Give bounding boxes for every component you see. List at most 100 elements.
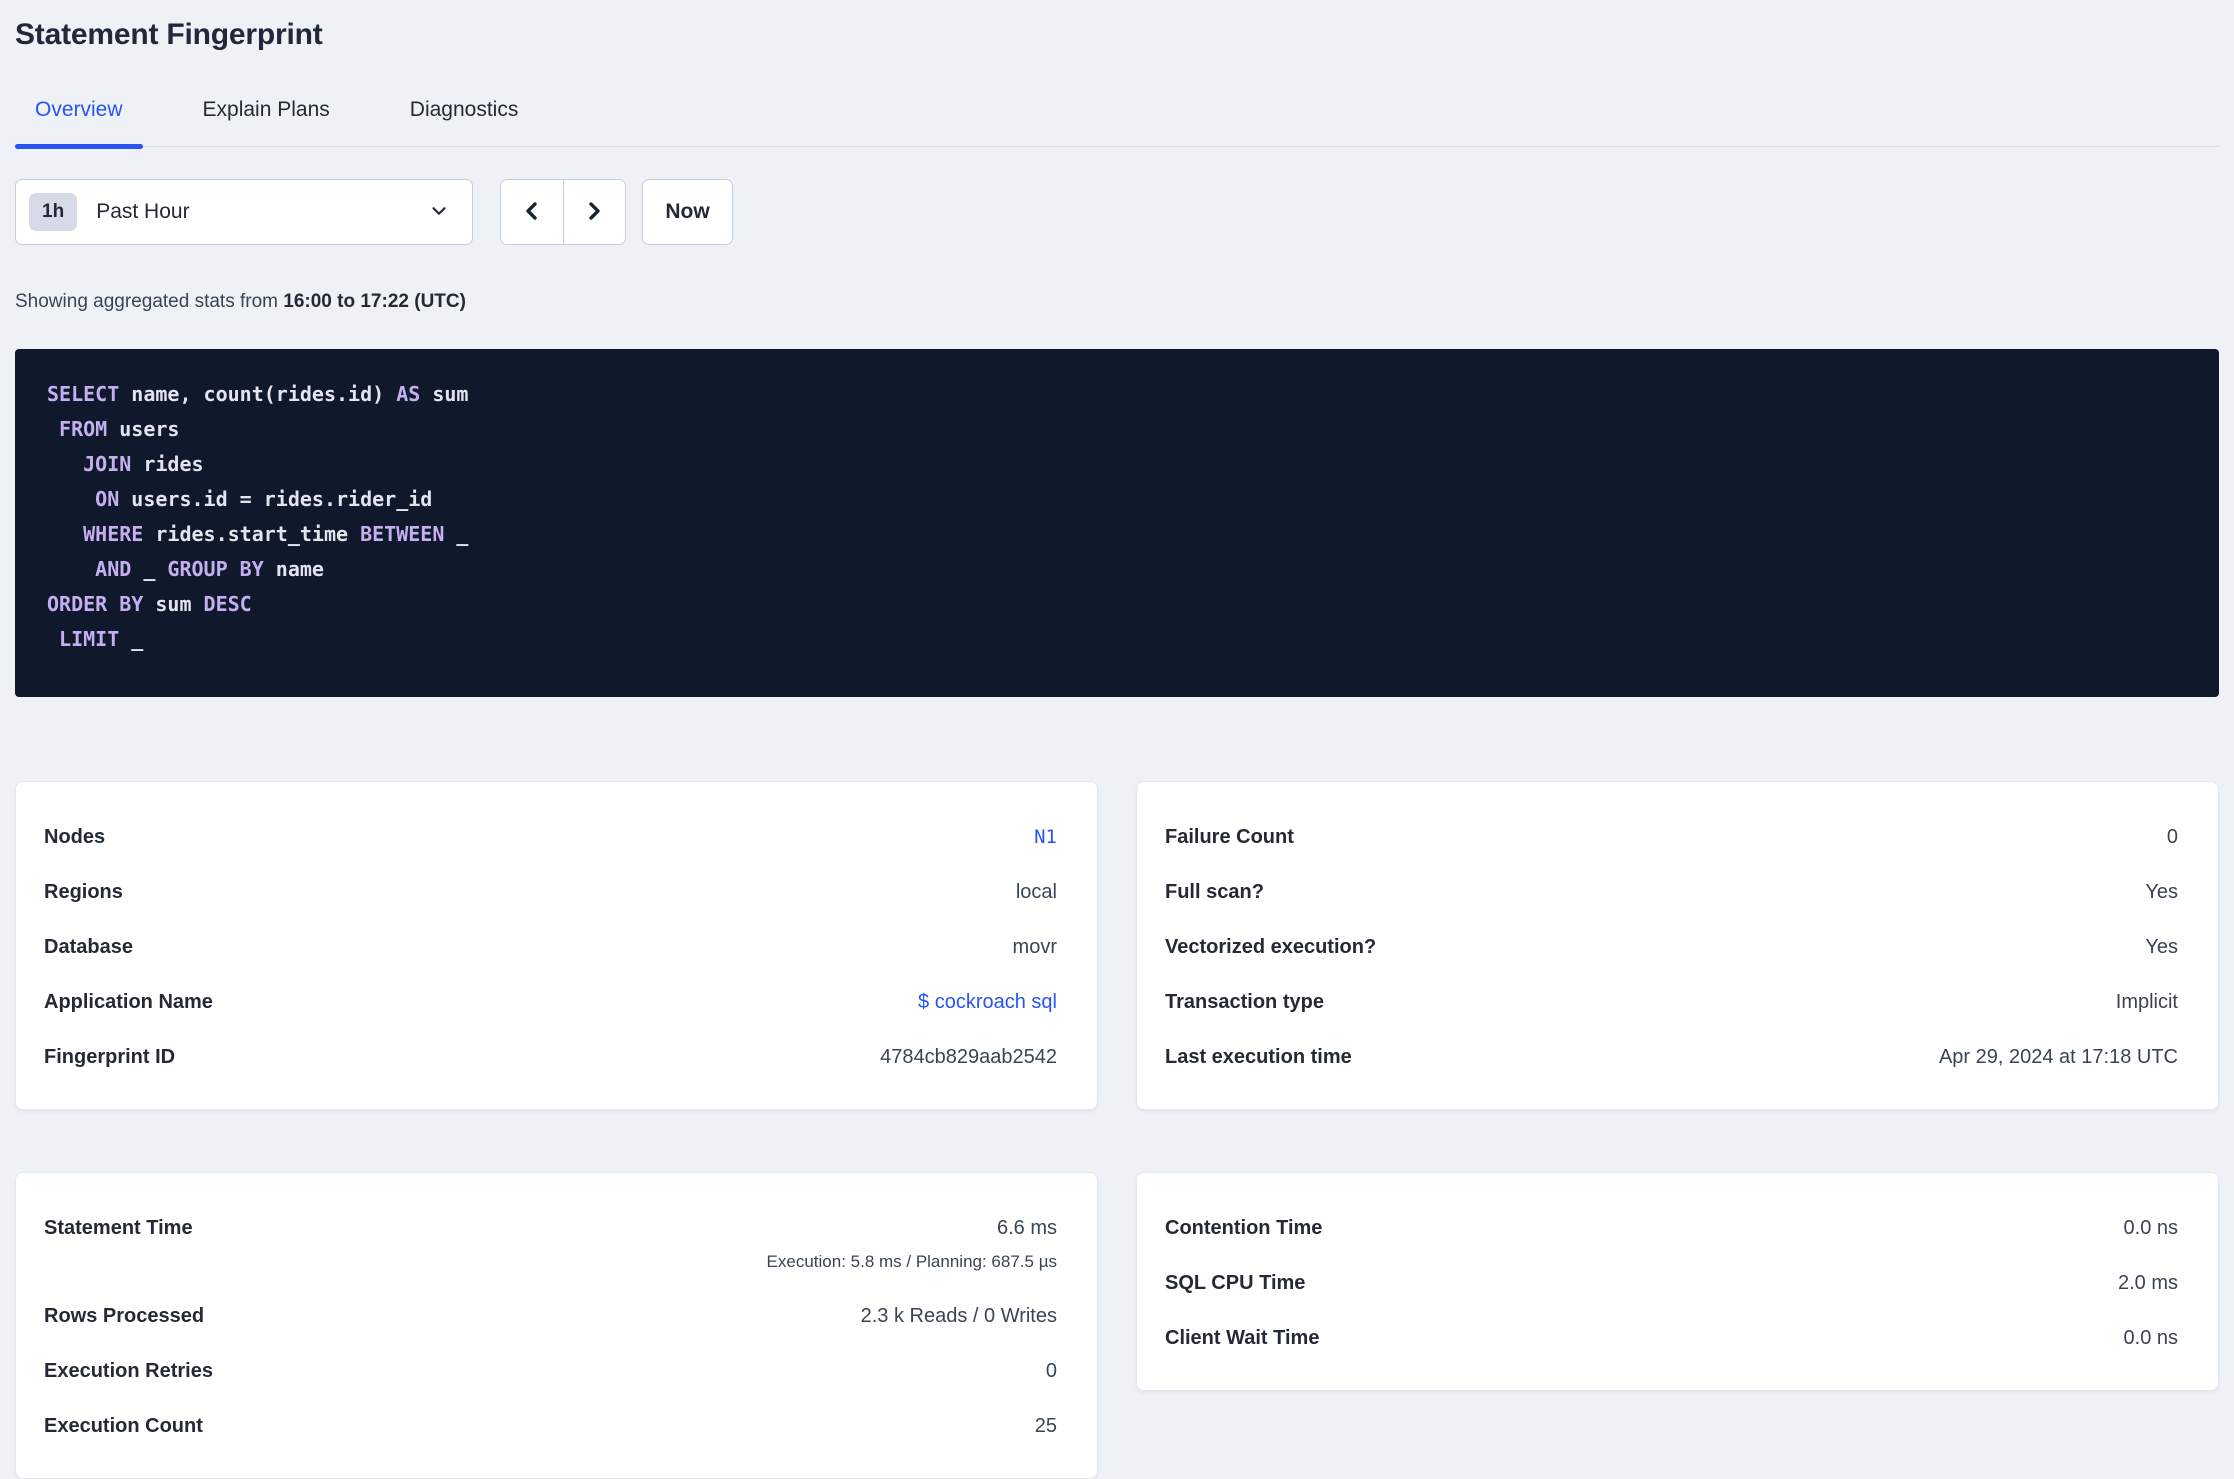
stat-row: Client Wait Time 0.0 ns <box>1165 1311 2178 1366</box>
sql-statement-box: SELECT name, count(rides.id) AS sum FROM… <box>15 349 2219 697</box>
stat-label: Statement Time <box>44 1217 193 1239</box>
stat-label: Nodes <box>44 826 106 848</box>
tab-overview[interactable]: Overview <box>15 98 143 149</box>
sql-keyword: AS <box>396 382 421 406</box>
sql-keyword: JOIN <box>83 452 132 476</box>
stat-value: 0.0 ns <box>2123 1327 2178 1349</box>
sql-line: FROM users <box>47 412 2187 447</box>
stat-row: Regions local <box>44 865 1057 920</box>
stat-label: Failure Count <box>1165 826 1294 848</box>
sql-text: _ <box>444 522 469 546</box>
stat-value: 0.0 ns <box>2123 1217 2178 1239</box>
sql-text: _ <box>131 557 168 581</box>
sql-keyword: BETWEEN <box>360 522 445 546</box>
now-button[interactable]: Now <box>642 179 733 245</box>
prev-time-button[interactable] <box>501 180 563 244</box>
sql-text: rides.start_time <box>143 522 361 546</box>
time-arrows-group <box>500 179 626 245</box>
sql-line: SELECT name, count(rides.id) AS sum <box>47 377 2187 412</box>
stats-line-prefix: Showing aggregated stats from <box>15 291 278 312</box>
sql-keyword: WHERE <box>83 522 144 546</box>
page: Statement Fingerprint Overview Explain P… <box>0 18 2234 1479</box>
sql-line: JOIN rides <box>47 447 2187 482</box>
sql-text: rides <box>131 452 204 476</box>
sql-text: name, count(rides.id) <box>119 382 397 406</box>
chevron-down-icon <box>428 200 450 225</box>
stat-value: Apr 29, 2024 at 17:18 UTC <box>1938 1046 2178 1068</box>
execution-attributes-card: Failure Count 0 Full scan? Yes Vectorized ex… <box>1136 781 2219 1110</box>
stat-label: Fingerprint ID <box>44 1046 176 1068</box>
stat-label: Database <box>44 936 133 958</box>
sql-keyword: SELECT <box>47 382 120 406</box>
stats-line-range: 16:00 to 17:22 (UTC) <box>283 291 466 312</box>
time-range-badge: 1h <box>29 193 78 231</box>
stat-value: Yes <box>2145 936 2178 958</box>
stat-value: Implicit <box>2115 991 2178 1013</box>
sql-text: users <box>107 417 180 441</box>
stat-row: Fingerprint ID 4784cb829aab2542 <box>44 1030 1057 1085</box>
stat-label: Execution Count <box>44 1415 203 1437</box>
stat-row: Database movr <box>44 920 1057 975</box>
sql-keyword: DESC <box>203 592 252 616</box>
sql-keyword: AND <box>95 557 132 581</box>
sql-keyword: FROM <box>59 417 108 441</box>
sql-text: sum <box>420 382 469 406</box>
sql-keyword: LIMIT <box>59 627 120 651</box>
chevron-left-icon <box>520 199 544 226</box>
stat-label: Regions <box>44 881 123 903</box>
stat-value: movr <box>1012 936 1057 958</box>
stat-value: 4784cb829aab2542 <box>880 1046 1057 1068</box>
sql-keyword: ORDER BY <box>47 592 144 616</box>
stat-label: Last execution time <box>1165 1046 1352 1068</box>
stat-label: SQL CPU Time <box>1165 1272 1306 1294</box>
stat-row: Nodes N1 <box>44 810 1057 865</box>
stat-label: Full scan? <box>1165 881 1264 903</box>
stat-value: 2.0 ms <box>2117 1272 2178 1294</box>
stat-value: 25 <box>1034 1415 1057 1437</box>
stat-label: Application Name <box>44 991 213 1013</box>
stat-row: Full scan? Yes <box>1165 865 2178 920</box>
sql-text: sum <box>143 592 204 616</box>
sql-text: _ <box>119 627 144 651</box>
stat-value-link[interactable]: $ cockroach sql <box>918 991 1057 1013</box>
tab-diagnostics[interactable]: Diagnostics <box>390 98 539 146</box>
stat-label: Client Wait Time <box>1165 1327 1320 1349</box>
sql-line: ON users.id = rides.rider_id <box>47 482 2187 517</box>
chevron-right-icon <box>582 199 606 226</box>
tab-explain-plans[interactable]: Explain Plans <box>183 98 350 146</box>
stat-row: Contention Time 0.0 ns <box>1165 1201 2178 1256</box>
stat-value: 2.3 k Reads / 0 Writes <box>860 1305 1057 1327</box>
stat-row: Statement Time 6.6 ms Execution: 5.8 ms / … <box>44 1201 1057 1289</box>
tab-bar: Overview Explain Plans Diagnostics <box>15 98 2219 149</box>
sql-text: name <box>263 557 324 581</box>
stat-row: Failure Count 0 <box>1165 810 2178 865</box>
stat-row: Vectorized execution? Yes <box>1165 920 2178 975</box>
stat-label: Execution Retries <box>44 1360 213 1382</box>
statement-timing-card: Statement Time 6.6 ms Execution: 5.8 ms / … <box>15 1172 1098 1479</box>
stat-label: Vectorized execution? <box>1165 936 1377 958</box>
stat-value: local <box>1015 881 1057 903</box>
sql-line: WHERE rides.start_time BETWEEN _ <box>47 517 2187 552</box>
stat-value-link[interactable]: N1 <box>1034 826 1057 848</box>
stat-label: Transaction type <box>1165 991 1324 1013</box>
stat-row: Application Name $ cockroach sql <box>44 975 1057 1030</box>
stat-value: 0 <box>1045 1360 1057 1382</box>
sql-line: LIMIT _ <box>47 622 2187 657</box>
time-range-label: Past Hour <box>96 200 190 223</box>
sql-text: users.id = rides.rider_id <box>119 487 433 511</box>
stat-value: 0 <box>2166 826 2178 848</box>
time-range-select[interactable]: 1h Past Hour <box>15 179 473 245</box>
aggregated-stats-line: Showing aggregated stats from 16:00 to 1… <box>15 291 2219 313</box>
stat-row: Rows Processed 2.3 k Reads / 0 Writes <box>44 1289 1057 1344</box>
sql-line: ORDER BY sum DESC <box>47 587 2187 622</box>
stat-row: Execution Retries 0 <box>44 1344 1057 1399</box>
page-title: Statement Fingerprint <box>15 18 323 51</box>
next-time-button[interactable] <box>562 180 626 244</box>
wait-time-card: Contention Time 0.0 ns SQL CPU Time 2.0 ms C… <box>1136 1172 2219 1391</box>
